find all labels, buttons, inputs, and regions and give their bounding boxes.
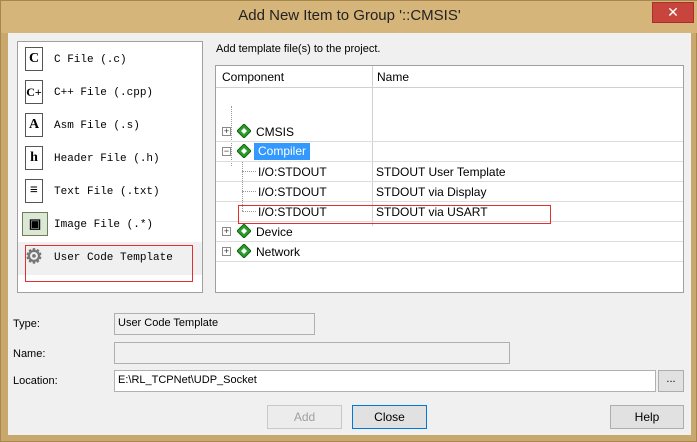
name-field[interactable] (114, 342, 510, 364)
tree-header: Component Name (216, 66, 683, 88)
type-label: Type: (13, 318, 40, 330)
file-type-asm[interactable]: A Asm File (.s) (18, 110, 202, 143)
file-type-header[interactable]: h Header File (.h) (18, 143, 202, 176)
column-header-component[interactable]: Component (222, 70, 284, 84)
add-button[interactable]: Add (267, 405, 342, 429)
name-label: Name: (13, 348, 46, 360)
image-file-icon: ▣ (22, 212, 48, 236)
tree-row[interactable]: I/O:STDOUT STDOUT via Display (216, 182, 683, 202)
location-label: Location: (13, 375, 58, 387)
file-type-image[interactable]: ▣ Image File (.*) (18, 209, 202, 242)
dialog-body: C C File (.c) C+ C++ File (.cpp) A Asm F… (8, 33, 691, 435)
dialog-window: Add New Item to Group '::CMSIS' ✕ C C Fi… (0, 0, 697, 442)
cpp-file-icon: C+ (25, 80, 43, 104)
template-tree[interactable]: Component Name + CMSIS − Compiler I/O:ST… (215, 65, 684, 293)
tree-name-cell: STDOUT User Template (376, 165, 506, 179)
tree-row[interactable]: + Device (216, 222, 683, 242)
file-type-label: C File (.c) (54, 54, 127, 66)
expand-icon[interactable]: + (222, 127, 231, 136)
component-diamond-icon (237, 244, 251, 258)
c-file-icon: C (25, 47, 43, 71)
tree-node-label-selected: Compiler (254, 143, 311, 160)
browse-button[interactable]: ... (658, 370, 684, 392)
tree-node-label: CMSIS (256, 125, 295, 139)
file-type-label: C++ File (.cpp) (54, 87, 154, 99)
location-field[interactable]: E:\RL_TCPNet\UDP_Socket (114, 370, 656, 392)
tree-node-label: Device (256, 225, 293, 239)
component-diamond-icon (237, 124, 251, 138)
component-diamond-icon (237, 224, 251, 238)
file-type-c[interactable]: C C File (.c) (18, 44, 202, 77)
close-button[interactable]: Close (352, 405, 427, 429)
collapse-icon[interactable]: − (222, 147, 231, 156)
expand-icon[interactable]: + (222, 247, 231, 256)
annotation-box (25, 245, 193, 282)
hint-text: Add template file(s) to the project. (216, 43, 381, 55)
asm-file-icon: A (25, 113, 43, 137)
help-button[interactable]: Help (610, 405, 684, 429)
text-file-icon: ≡ (25, 179, 43, 203)
tree-name-cell: STDOUT via Display (376, 185, 487, 199)
tree-node-label: Network (256, 245, 301, 259)
column-header-name[interactable]: Name (377, 70, 409, 84)
file-type-list: C C File (.c) C+ C++ File (.cpp) A Asm F… (17, 41, 203, 293)
tree-row[interactable]: + CMSIS (216, 122, 683, 142)
file-type-label: Text File (.txt) (54, 186, 160, 198)
file-type-cpp[interactable]: C+ C++ File (.cpp) (18, 77, 202, 110)
tree-node-label: I/O:STDOUT (258, 165, 327, 179)
type-field: User Code Template (114, 313, 315, 335)
file-type-label: Asm File (.s) (54, 120, 140, 132)
dialog-title: Add New Item to Group '::CMSIS' (238, 7, 461, 24)
file-type-label: Header File (.h) (54, 153, 160, 165)
file-type-text[interactable]: ≡ Text File (.txt) (18, 176, 202, 209)
close-window-button[interactable]: ✕ (652, 2, 694, 23)
expand-icon[interactable]: + (222, 227, 231, 236)
title-bar[interactable]: Add New Item to Group '::CMSIS' ✕ (1, 1, 697, 33)
tree-row[interactable]: + Network (216, 242, 683, 262)
component-diamond-icon (237, 144, 251, 158)
header-file-icon: h (25, 146, 43, 170)
file-type-label: Image File (.*) (54, 219, 154, 231)
tree-row[interactable]: − Compiler (216, 142, 683, 162)
tree-node-label: I/O:STDOUT (258, 185, 327, 199)
tree-row[interactable]: I/O:STDOUT STDOUT User Template (216, 162, 683, 182)
